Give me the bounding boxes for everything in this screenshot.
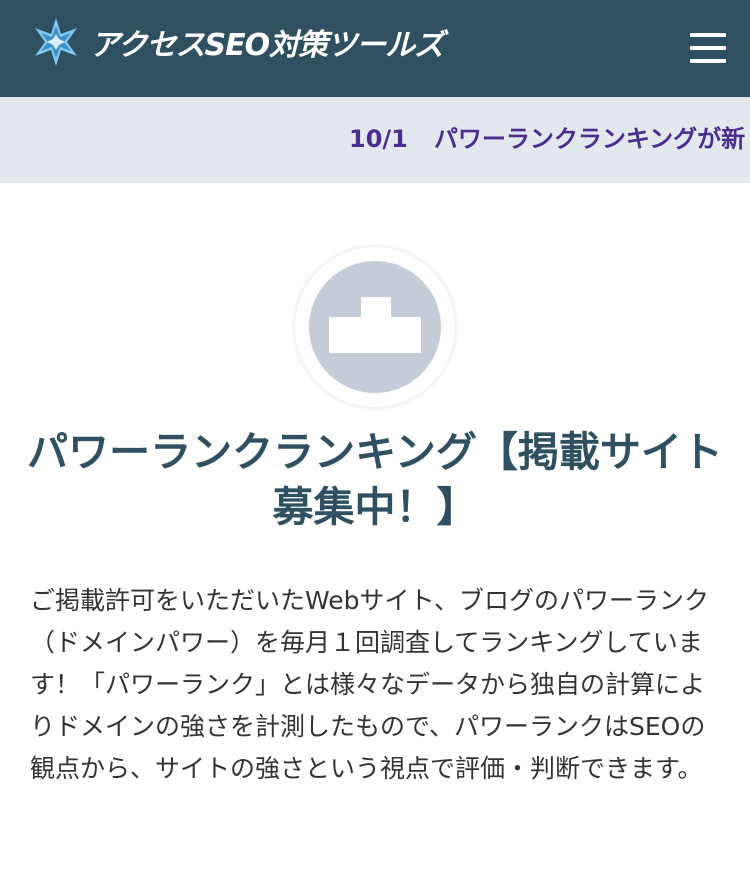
site-header: アクセスSEO対策ツールズ: [0, 0, 750, 97]
ticker-text: パワーランクランキングが新し: [433, 125, 750, 153]
star-crystal-icon: [35, 18, 77, 66]
page-title: パワーランクランキング【掲載サイト募集中！】: [27, 428, 723, 531]
avatar-circle: [309, 261, 441, 393]
ticker-item[interactable]: 10/1 パワーランクランキングが新し: [349, 121, 750, 157]
menu-bar-bottom: [690, 59, 726, 63]
ranking-avatar: [295, 247, 455, 407]
site-logo[interactable]: アクセスSEO対策ツールズ: [30, 14, 460, 70]
hamburger-menu-icon: [690, 33, 726, 37]
menu-bar-middle: [690, 46, 726, 50]
news-ticker[interactable]: 10/1 パワーランクランキングが新し: [0, 97, 750, 183]
ticker-date: 10/1: [349, 125, 408, 153]
podium-icon: [329, 297, 421, 353]
site-name: アクセスSEO対策ツールズ: [90, 28, 444, 63]
page-description: ご掲載許可をいただいたWebサイト、ブログのパワーランク（ドメインパワー）を毎月…: [30, 586, 710, 783]
menu-button[interactable]: [686, 28, 730, 68]
